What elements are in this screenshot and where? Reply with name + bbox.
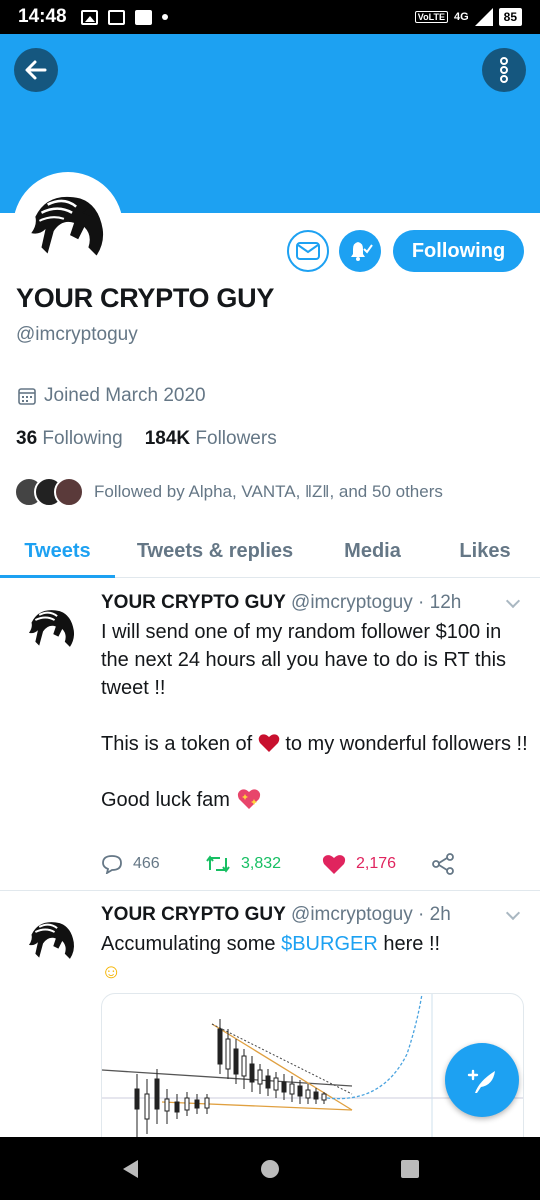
news-notification-icon [107,9,125,25]
avatar [54,477,84,507]
share-action[interactable] [432,853,454,875]
followed-by[interactable]: Followed by Alpha, VANTA, ‖Z‖, and 50 ot… [14,477,443,507]
calendar-icon [18,388,36,405]
reply-icon [102,855,122,874]
following-count[interactable]: 36 Following [16,428,123,450]
tweet-author-name: YOUR CRYPTO GUY [101,904,286,925]
back-arrow-icon [25,60,47,80]
profile-handle: @imcryptoguy [16,324,138,345]
bell-check-icon [351,242,373,261]
profile-avatar[interactable] [13,172,123,282]
chevron-down-icon[interactable] [505,905,521,921]
tweet-paragraph: This is a token of to my wonderful follo… [101,733,528,755]
retweet-icon [206,855,230,873]
sparkling-heart-emoji-icon [237,789,260,809]
share-icon [432,853,454,875]
horse-logo-icon [28,610,75,647]
horse-logo-icon [31,196,104,256]
compose-tweet-button[interactable] [445,1043,519,1117]
red-heart-emoji-icon [258,734,280,752]
status-bar: 14:48 VoLTE 4G 85 [0,0,540,34]
compose-feather-icon [467,1069,495,1093]
following-button[interactable]: Following [393,230,524,272]
status-right: VoLTE 4G 85 [414,8,522,26]
retweet-count: 3,832 [241,855,282,872]
tweet-text: I will send one of my random follower $1… [101,618,531,814]
followed-by-text: Followed by Alpha, VANTA, ‖Z‖, and 50 ot… [94,482,443,501]
chevron-down-icon[interactable] [505,593,521,609]
tweet-paragraph: I will send one of my random follower $1… [101,621,507,699]
vertical-dots-icon [500,57,508,83]
tab-media[interactable]: Media [315,526,430,577]
nav-recents-icon[interactable] [400,1159,420,1179]
more-options-button[interactable] [482,48,526,92]
profile-tabs: Tweets Tweets & replies Media Likes [0,526,540,578]
tab-likes[interactable]: Likes [430,526,540,577]
status-time: 14:48 [18,6,67,27]
more-notifications-dot-icon [161,14,168,20]
gallery-notification-icon [80,9,98,25]
network-indicator: 4G [453,11,469,23]
reply-action[interactable]: 466 [101,854,205,874]
tweet-actions: 466 3,832 2,176 [101,853,454,875]
message-button[interactable] [287,230,329,272]
system-nav-bar [0,1137,540,1200]
joined-date: Joined March 2020 [18,385,206,407]
tweet-header: YOUR CRYPTO GUY @imcryptoguy · 2h [101,904,451,926]
heart-filled-icon [322,854,346,874]
battery-indicator: 85 [498,8,522,26]
notifications-button[interactable] [339,230,381,272]
like-count: 2,176 [356,855,397,872]
horse-logo-icon [28,922,75,959]
nav-home-icon[interactable] [260,1159,280,1179]
signal-icon [474,8,493,26]
retweet-action[interactable]: 3,832 [205,854,322,874]
profile-name: YOUR CRYPTO GUY [16,283,275,313]
tweet-author-name: YOUR CRYPTO GUY [101,592,286,613]
follow-counts: 36 Following 184K Followers [16,428,277,450]
volte-indicator: VoLTE [414,11,448,23]
tweet[interactable]: YOUR CRYPTO GUY @imcryptoguy · 12h I wil… [0,579,540,891]
reply-count: 466 [133,855,160,872]
avatar[interactable] [20,909,84,973]
envelope-icon [296,242,320,260]
tweet-text: Accumulating some $BURGER here !! ☺ [101,930,531,986]
tab-tweets[interactable]: Tweets [0,526,115,578]
avatar[interactable] [20,597,84,661]
nav-back-icon[interactable] [120,1158,140,1180]
tweet-handle-time: @imcryptoguy · 12h [291,592,462,613]
followers-count[interactable]: 184K Followers [145,428,277,450]
tweet-header: YOUR CRYPTO GUY @imcryptoguy · 12h [101,592,461,614]
mutual-avatars [14,477,84,507]
tweet-paragraph: Good luck fam [101,786,531,814]
tweet-handle-time: @imcryptoguy · 2h [291,904,451,925]
facebook-notification-icon [134,9,152,25]
relieved-face-emoji: ☺ [101,961,122,983]
tab-tweets-replies[interactable]: Tweets & replies [115,526,315,577]
cashtag-link[interactable]: $BURGER [281,933,378,955]
back-button[interactable] [14,48,58,92]
joined-text: Joined March 2020 [44,385,206,406]
like-action[interactable]: 2,176 [322,854,432,875]
